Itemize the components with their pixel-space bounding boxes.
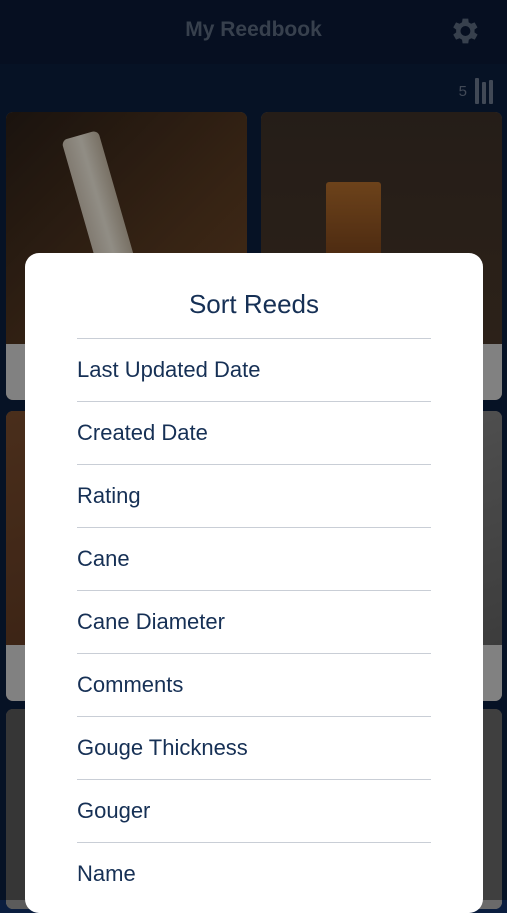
sort-reeds-modal: Sort Reeds Last Updated Date Created Dat… (25, 253, 483, 913)
sort-option-created-date[interactable]: Created Date (77, 401, 431, 464)
sort-options-list: Last Updated Date Created Date Rating Ca… (77, 338, 431, 905)
modal-title: Sort Reeds (188, 289, 320, 319)
sort-option-cane[interactable]: Cane (77, 527, 431, 590)
sort-option-comments[interactable]: Comments (77, 653, 431, 716)
sort-option-cane-diameter[interactable]: Cane Diameter (77, 590, 431, 653)
sort-option-gouger[interactable]: Gouger (77, 779, 431, 842)
sort-option-gouge-thickness[interactable]: Gouge Thickness (77, 716, 431, 779)
sort-option-last-updated-date[interactable]: Last Updated Date (77, 338, 431, 401)
sort-option-rating[interactable]: Rating (77, 464, 431, 527)
sort-option-name[interactable]: Name (77, 842, 431, 905)
